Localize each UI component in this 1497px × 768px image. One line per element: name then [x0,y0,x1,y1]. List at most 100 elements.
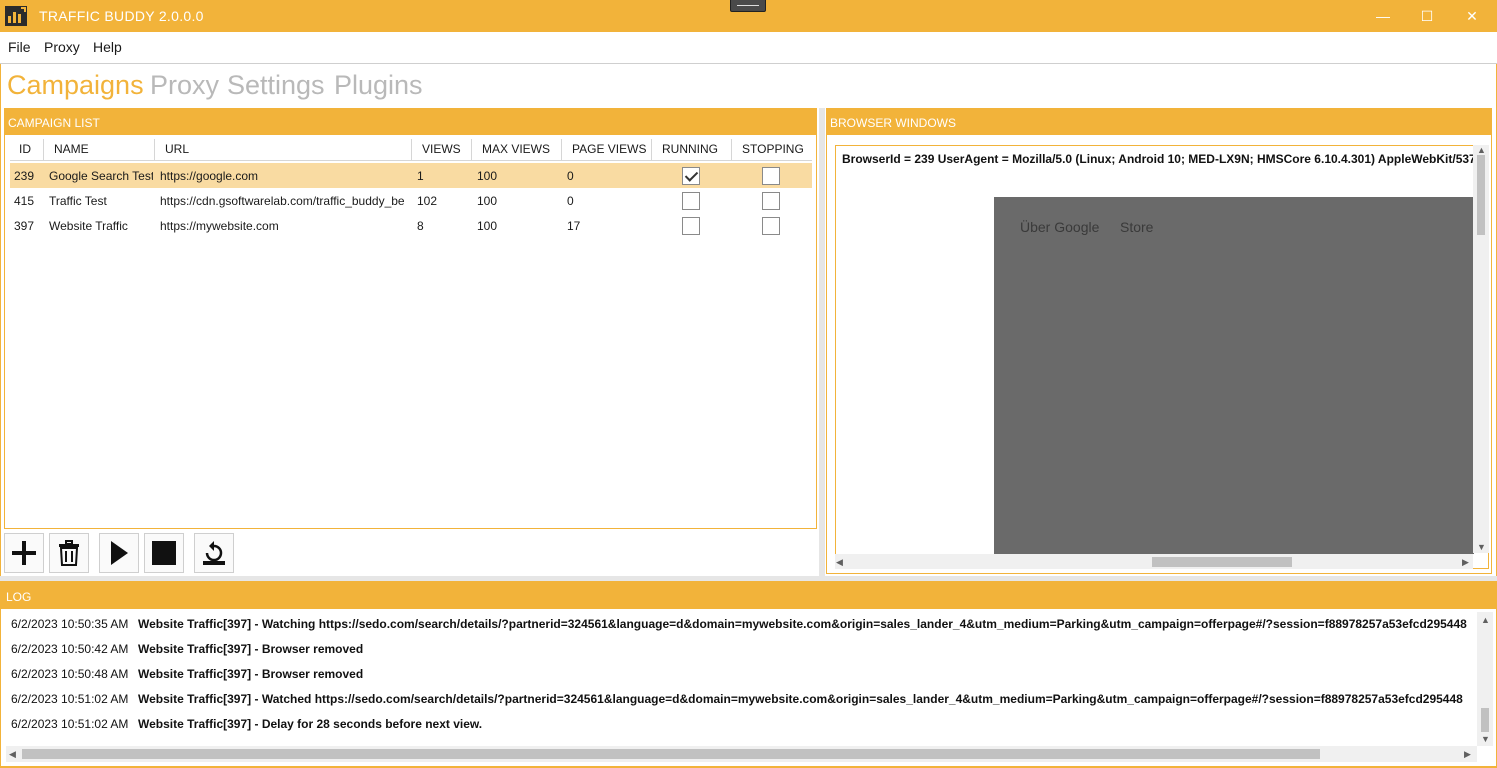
add-campaign-button[interactable] [4,533,44,573]
log-message: Website Traffic[397] - Browser removed [138,642,364,656]
column-separator[interactable] [651,139,652,161]
cell-max-views: 100 [477,169,498,183]
maximize-button[interactable]: ☐ [1404,0,1450,32]
cell-url: https://mywebsite.com [160,219,279,233]
scroll-up-icon[interactable]: ▲ [1481,615,1490,625]
web-link-store[interactable]: Store [1120,219,1153,235]
menu-help[interactable]: Help [93,39,122,55]
title-bar: TRAFFIC BUDDY 2.0.0.0 — ☐ ✕ [0,0,1497,32]
menu-proxy[interactable]: Proxy [44,39,80,55]
scroll-right-icon[interactable]: ▶ [1464,749,1471,759]
col-header-page-views[interactable]: PAGE VIEWS [572,142,646,156]
web-link-about-google[interactable]: Über Google [1020,219,1099,235]
scrollbar-thumb[interactable] [1152,557,1292,567]
app-logo-icon [4,5,28,27]
cell-name: Traffic Test [49,194,107,208]
column-separator[interactable] [731,139,732,161]
stopping-checkbox[interactable] [762,167,780,185]
column-separator[interactable] [43,139,44,161]
log-message: Website Traffic[397] - Watched https://s… [138,692,1463,706]
col-header-name[interactable]: NAME [54,142,89,156]
reset-campaign-button[interactable] [194,533,234,573]
column-separator[interactable] [471,139,472,161]
delete-icon [59,540,79,566]
log-entry: 6/2/2023 10:50:35 AM Website Traffic[397]… [11,617,1477,637]
scroll-up-icon[interactable]: ▲ [1477,145,1486,155]
tab-proxy[interactable]: Proxy [150,70,219,101]
cell-url: https://cdn.gsoftwarelab.com/traffic_bud… [160,194,405,208]
browser-windows-header: BROWSER WINDOWS [826,108,1492,134]
running-checkbox[interactable] [682,167,700,185]
col-header-id[interactable]: ID [19,142,31,156]
log-title: LOG [6,590,32,604]
log-vertical-scrollbar[interactable] [1477,612,1493,746]
vertical-splitter[interactable] [819,108,825,576]
column-separator[interactable] [154,139,155,161]
col-header-views[interactable]: VIEWS [422,142,461,156]
minimize-icon: — [1376,8,1390,24]
running-checkbox[interactable] [682,192,700,210]
log-entry: 6/2/2023 10:51:02 AM Website Traffic[397]… [11,692,1477,712]
log-time: 6/2/2023 10:50:42 AM [11,642,129,656]
col-header-url[interactable]: URL [165,142,189,156]
table-row[interactable]: 397 Website Traffic https://mywebsite.co… [10,213,812,238]
scrollbar-thumb[interactable] [1481,708,1489,732]
running-checkbox[interactable] [682,217,700,235]
column-separator[interactable] [411,139,412,161]
cell-name: Website Traffic [49,219,128,233]
log-time: 6/2/2023 10:51:02 AM [11,692,129,706]
menu-file[interactable]: File [8,39,31,55]
stopping-checkbox[interactable] [762,217,780,235]
stopping-checkbox[interactable] [762,192,780,210]
scroll-down-icon[interactable]: ▼ [1481,734,1490,744]
log-time: 6/2/2023 10:50:35 AM [11,617,129,631]
browser-info-text: BrowserId = 239 UserAgent = Mozilla/5.0 … [842,152,1489,166]
cell-page-views: 17 [567,219,581,233]
log-time: 6/2/2023 10:51:02 AM [11,717,129,731]
minimize-button[interactable]: — [1360,0,1406,32]
scroll-left-icon[interactable]: ◀ [836,557,843,567]
table-row[interactable]: 239 Google Search Test https://google.co… [10,163,812,188]
log-entry: 6/2/2023 10:51:02 AM Website Traffic[397]… [11,717,1477,737]
tab-settings[interactable]: Settings [227,70,325,101]
start-campaign-button[interactable] [99,533,139,573]
delete-campaign-button[interactable] [49,533,89,573]
table-row[interactable]: 415 Traffic Test https://cdn.gsoftwarela… [10,188,812,213]
browser-window: BrowserId = 239 UserAgent = Mozilla/5.0 … [835,145,1489,569]
drag-handle[interactable] [730,0,766,12]
window-border-left [0,32,1,768]
close-icon: ✕ [1466,7,1478,24]
col-header-stopping[interactable]: STOPPING [742,142,804,156]
cell-max-views: 100 [477,194,498,208]
add-icon [12,541,36,565]
column-separator[interactable] [561,139,562,161]
campaign-list-header: CAMPAIGN LIST [4,108,817,134]
col-header-running[interactable]: RUNNING [662,142,718,156]
scroll-right-icon[interactable]: ▶ [1462,557,1469,567]
stop-icon [152,541,176,565]
col-header-max-views[interactable]: MAX VIEWS [482,142,550,156]
cell-name: Google Search Test [49,169,153,183]
campaign-grid-header: ID NAME URL VIEWS MAX VIEWS PAGE VIEWS R… [10,137,812,161]
scrollbar-thumb[interactable] [22,749,1320,759]
scroll-down-icon[interactable]: ▼ [1477,542,1486,552]
scrollbar-thumb[interactable] [1477,155,1485,235]
browser-vertical-scrollbar[interactable] [1473,145,1489,553]
browser-webview[interactable]: Über Google Store [994,197,1474,554]
cell-id: 239 [14,169,35,183]
cell-page-views: 0 [567,194,574,208]
browser-horizontal-scrollbar[interactable] [835,554,1473,569]
log-message: Website Traffic[397] - Watching https://… [138,617,1467,631]
cell-id: 415 [14,194,35,208]
cell-views: 102 [417,194,438,208]
stop-campaign-button[interactable] [144,533,184,573]
scroll-left-icon[interactable]: ◀ [9,749,16,759]
log-horizontal-scrollbar[interactable] [6,746,1477,762]
tab-campaigns[interactable]: Campaigns [7,70,144,101]
cell-page-views: 0 [567,169,574,183]
tab-plugins[interactable]: Plugins [334,70,423,101]
log-time: 6/2/2023 10:50:48 AM [11,667,129,681]
campaign-list-title: CAMPAIGN LIST [8,116,100,130]
log-header: LOG [0,581,1497,609]
close-button[interactable]: ✕ [1449,0,1495,32]
